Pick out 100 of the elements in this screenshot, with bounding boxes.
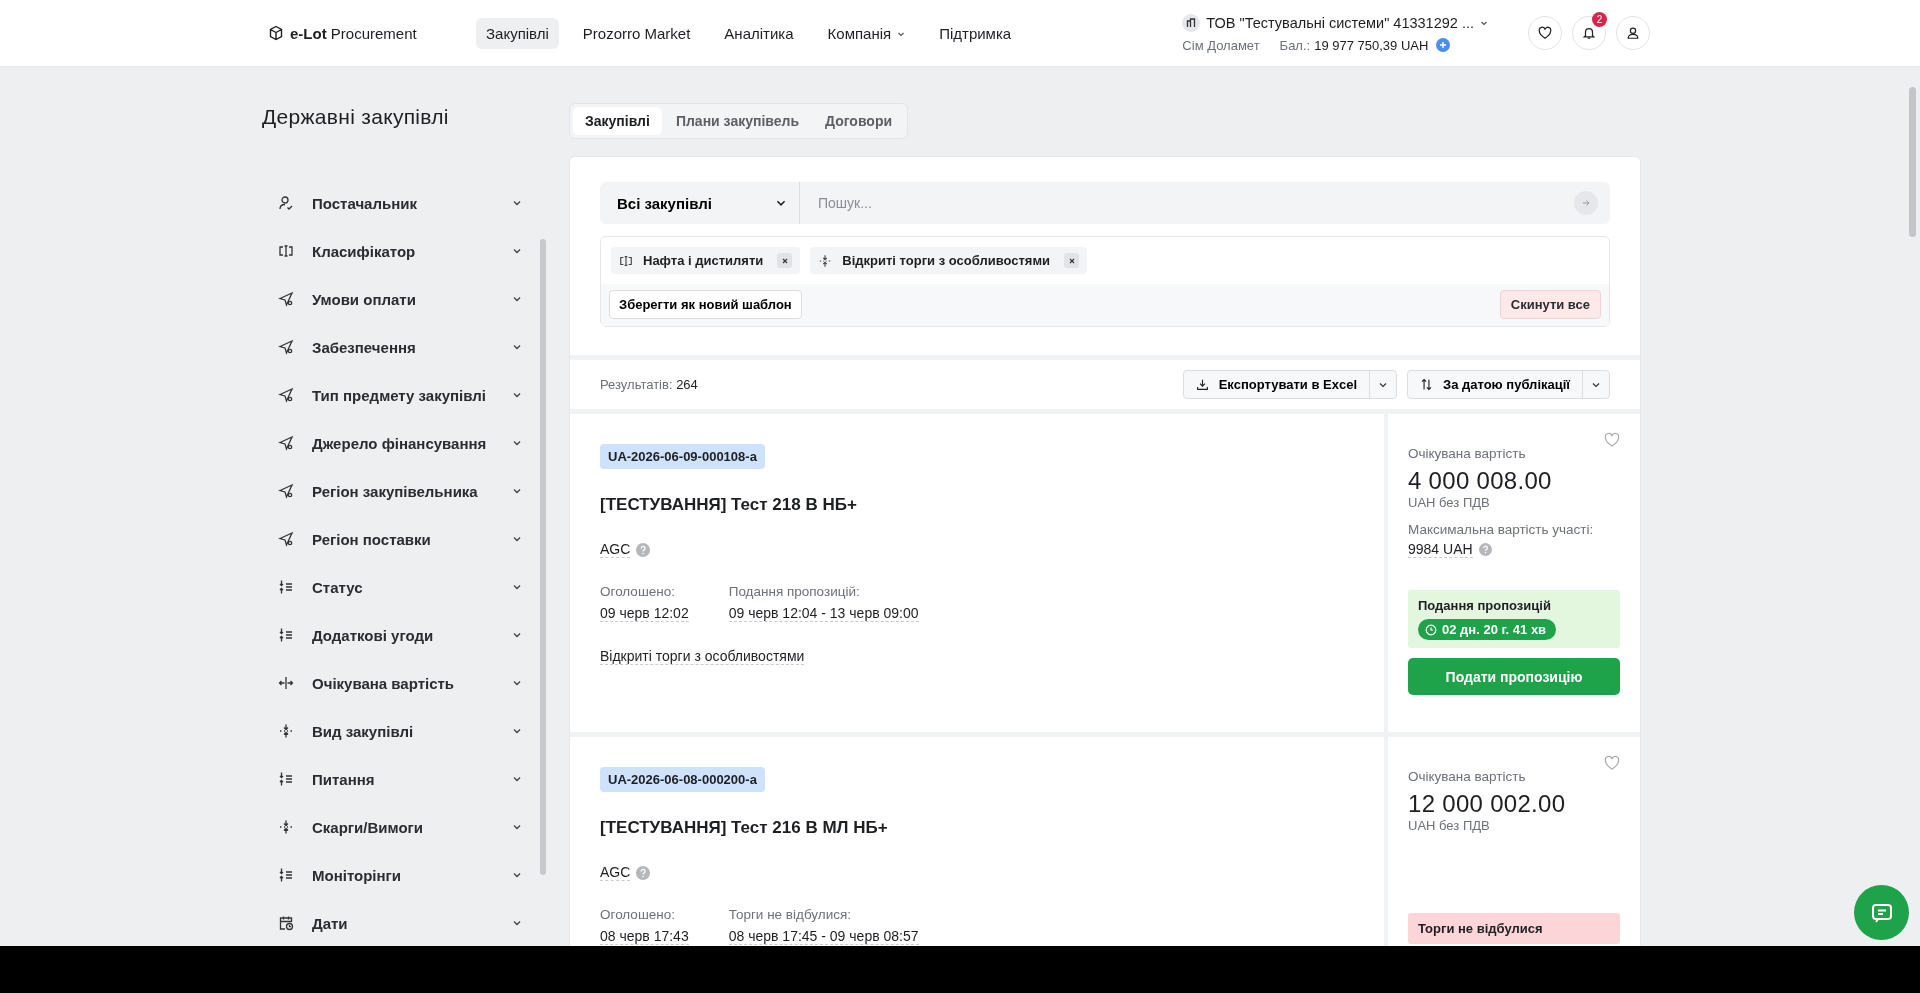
- filter-item[interactable]: Додаткові угоди: [262, 611, 532, 659]
- tender-id[interactable]: UA-2026-06-09-000108-a: [600, 444, 765, 469]
- filter-item[interactable]: Регіон закупівельника: [262, 467, 532, 515]
- balance-label: Бал.:: [1279, 37, 1311, 53]
- chevron-down-icon: [512, 678, 522, 688]
- filter-item[interactable]: Скарги/Вимоги: [262, 803, 532, 851]
- date-value: 09 черв 12:04 - 13 черв 09:00: [728, 605, 919, 622]
- chat-button[interactable]: [1854, 885, 1909, 940]
- date-value: 08 черв 17:45 - 09 черв 08:57: [728, 928, 919, 945]
- favorites-button[interactable]: [1528, 16, 1562, 50]
- sort-list-icon: [278, 771, 294, 787]
- cube-icon: [268, 25, 284, 41]
- tab[interactable]: Плани закупівель: [663, 107, 811, 135]
- filter-item[interactable]: Регіон поставки: [262, 515, 532, 563]
- tender-title[interactable]: [ТЕСТУВАННЯ] Тест 216 В МЛ НБ+: [600, 818, 888, 838]
- tab[interactable]: Договори: [813, 107, 905, 135]
- send-icon: [278, 291, 294, 307]
- chevron-down-icon: [512, 534, 522, 544]
- chevron-down-icon: [512, 342, 522, 352]
- save-template-button[interactable]: Зберегти як новий шаблон: [609, 290, 802, 319]
- page-title: Державні закупівлі: [262, 105, 450, 129]
- merge-icon: [818, 253, 833, 268]
- bell-icon: [1582, 26, 1596, 40]
- chevron-down-icon: [512, 294, 522, 304]
- tab[interactable]: Закупівлі: [573, 107, 662, 135]
- chevron-down-icon: [512, 918, 522, 928]
- filter-item[interactable]: Постачальник: [262, 179, 532, 227]
- filter-item[interactable]: Дати: [262, 899, 532, 946]
- buyer-name: AGC: [600, 864, 631, 881]
- notification-badge: 2: [1592, 12, 1607, 27]
- buyer-name: AGC: [600, 541, 631, 558]
- filter-item[interactable]: Тип предмету закупівлі: [262, 371, 532, 419]
- chevron-down-icon: [512, 246, 522, 256]
- company-name[interactable]: ТОВ "Тестувальні системи" 41331292 ...: [1206, 14, 1474, 31]
- send-icon: [278, 531, 294, 547]
- building-icon: [1182, 13, 1201, 32]
- filter-item[interactable]: Джерело фінансування: [262, 419, 532, 467]
- chip-label: Нафта і дистиляти: [643, 253, 764, 268]
- max-cost-label: Максимальна вартість участі:: [1408, 522, 1594, 537]
- chevron-down-icon: [512, 390, 522, 400]
- user-name: Сім Доламет: [1182, 37, 1260, 53]
- nav-link[interactable]: Підтримка: [929, 17, 1022, 49]
- reset-all-button[interactable]: Скинути все: [1499, 290, 1601, 319]
- heart-icon[interactable]: [1604, 755, 1620, 771]
- filter-item[interactable]: Очікувана вартість: [262, 659, 532, 707]
- scrollbar[interactable]: [1909, 87, 1916, 237]
- filter-item[interactable]: Класифікатор: [262, 227, 532, 275]
- plus-icon[interactable]: [1436, 38, 1451, 52]
- sort-list-icon: [278, 867, 294, 883]
- countdown-pill: 02 дн. 20 г. 41 хв: [1418, 619, 1557, 640]
- account-button[interactable]: [1616, 16, 1650, 50]
- expected-value: 4 000 008.00: [1408, 467, 1552, 495]
- help-icon: [1478, 543, 1492, 556]
- nav-link[interactable]: Prozorro Market: [572, 17, 701, 49]
- date-label: Торги не відбулися:: [728, 907, 852, 922]
- filter-item[interactable]: Статус: [262, 563, 532, 611]
- filter-item[interactable]: Моніторінги: [262, 851, 532, 899]
- chevron-down-icon: [512, 822, 522, 832]
- chevron-down-icon: [512, 438, 522, 448]
- merge-icon: [278, 819, 294, 835]
- arrow-right-icon: [1581, 198, 1591, 208]
- filter-item[interactable]: Забезпечення: [262, 323, 532, 371]
- expected-value: 12 000 002.00: [1408, 790, 1566, 818]
- merge-icon: [278, 723, 294, 739]
- nav-link[interactable]: Компанія: [817, 17, 916, 49]
- clock-icon: [1425, 623, 1437, 636]
- remove-filter-button[interactable]: [1064, 253, 1080, 268]
- scrollbar[interactable]: [540, 239, 546, 875]
- tender-id[interactable]: UA-2026-06-08-000200-a: [600, 767, 765, 792]
- filter-item[interactable]: Умови оплати: [262, 275, 532, 323]
- send-icon: [278, 483, 294, 499]
- sort-list-icon: [278, 579, 294, 595]
- send-icon: [278, 387, 294, 403]
- scope-dropdown[interactable]: Всі закупівлі: [600, 182, 800, 224]
- nav-link[interactable]: Аналітика: [714, 17, 804, 49]
- filter-item[interactable]: Вид закупівлі: [262, 707, 532, 755]
- date-label: Оголошено:: [600, 907, 676, 922]
- close-icon: [1067, 256, 1076, 265]
- date-label: Подання пропозицій:: [728, 584, 861, 599]
- nav-link[interactable]: Закупівлі: [476, 17, 559, 49]
- logo-text[interactable]: e-Lot Procurement: [290, 24, 417, 42]
- tender-title[interactable]: [ТЕСТУВАННЯ] Тест 218 В НБ+: [600, 495, 857, 515]
- sort-arrows-icon: [1420, 378, 1433, 391]
- chevron-down-icon: [512, 582, 522, 592]
- remove-filter-button[interactable]: [777, 253, 793, 268]
- value-label: Очікувана вартість: [1408, 446, 1526, 461]
- chevron-down-icon: [512, 726, 522, 736]
- send-icon: [278, 339, 294, 355]
- search-field[interactable]: Пошук...: [800, 182, 1610, 224]
- status-label: Торги не відбулися: [1418, 921, 1543, 936]
- filter-item[interactable]: Питання: [262, 755, 532, 803]
- heart-icon: [1538, 26, 1552, 40]
- sort-list-icon: [278, 627, 294, 643]
- close-icon: [780, 256, 789, 265]
- send-icon: [278, 435, 294, 451]
- help-icon: [636, 542, 651, 557]
- user-check-icon: [278, 195, 294, 211]
- heart-icon[interactable]: [1604, 432, 1620, 448]
- date-value: 09 черв 12:02: [600, 605, 689, 622]
- bracket-icon: [619, 253, 633, 268]
